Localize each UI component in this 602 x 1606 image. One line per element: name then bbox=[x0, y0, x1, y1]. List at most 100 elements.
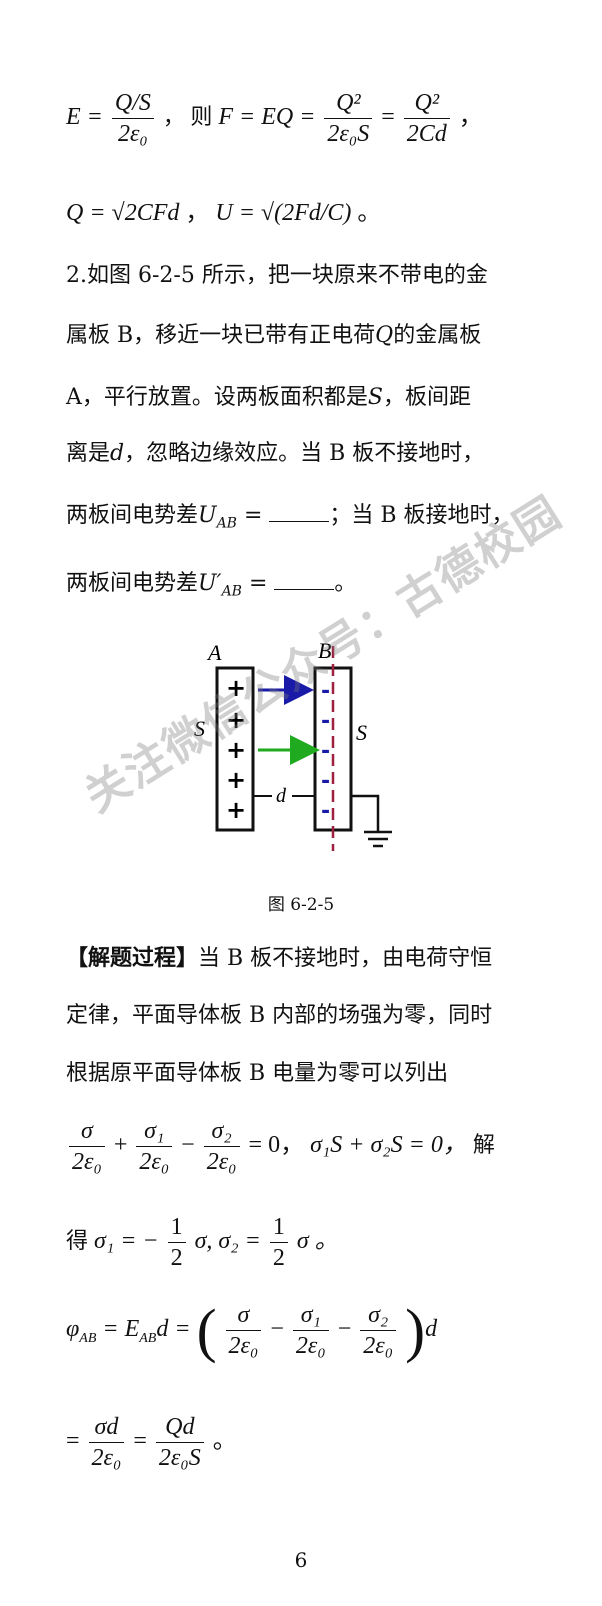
text: A，平行放置。设两板面积都是 bbox=[66, 385, 368, 410]
subscript: AB bbox=[79, 1330, 97, 1346]
page-number: 6 bbox=[294, 1548, 308, 1572]
numerator: σ bbox=[69, 1116, 105, 1147]
fraction-half: 12 bbox=[167, 1212, 186, 1273]
equals: = bbox=[133, 1428, 147, 1455]
solution-line-1: 【解题过程】当 B 板不接地时，由电荷守恒 bbox=[66, 944, 536, 973]
denominator: 2ε₀ bbox=[295, 1333, 326, 1359]
equation-4: = σd 2ε₀ = Qd 2ε₀S 。 bbox=[66, 1412, 237, 1473]
then-text: ， 则 bbox=[162, 104, 213, 130]
denominator: 2 bbox=[272, 1245, 285, 1271]
fraction: σ 2ε₀ bbox=[225, 1300, 262, 1361]
problem-line-2: 属板 B，移近一块已带有正电荷Q的金属板 bbox=[66, 322, 536, 350]
e-lhs: E = bbox=[66, 104, 103, 131]
numerator: σ bbox=[225, 1300, 262, 1331]
minus: − bbox=[337, 1316, 352, 1343]
equals: = bbox=[381, 104, 395, 131]
sigma: σ 。 bbox=[296, 1228, 339, 1255]
numerator: σ₁ bbox=[292, 1300, 329, 1331]
numerator: Q/S bbox=[111, 88, 154, 119]
equals: = bbox=[66, 1428, 80, 1455]
fraction-f2: Q² 2Cd bbox=[403, 88, 450, 149]
q-formula: Q = √2CFd bbox=[66, 200, 180, 226]
sigma1: σ₁ = − bbox=[94, 1228, 159, 1255]
subscript: AB bbox=[139, 1330, 157, 1346]
numerator: σ₂ bbox=[360, 1300, 397, 1331]
answer-blank-2[interactable] bbox=[274, 571, 335, 590]
text: 两板间电势差 bbox=[66, 503, 199, 528]
fraction: Qd 2ε₀S bbox=[155, 1412, 204, 1473]
fraction: σd 2ε₀ bbox=[88, 1412, 125, 1473]
formula-line-2: Q = √2CFd ， U = √(2Fd/C) 。 bbox=[66, 192, 381, 227]
minus-sign: - bbox=[321, 799, 330, 824]
text: ，板间距 bbox=[382, 385, 471, 410]
text: 当 B 板不接地时，由电荷守恒 bbox=[198, 946, 493, 971]
numerator: Q² bbox=[324, 88, 373, 119]
fraction: σ₂ 2ε₀ bbox=[360, 1300, 397, 1361]
denominator: 2ε₀ bbox=[228, 1333, 259, 1359]
sigma2: σ, σ₂ = bbox=[194, 1228, 261, 1255]
denominator: 2ε₀S bbox=[158, 1445, 201, 1471]
phi: φ bbox=[66, 1316, 80, 1343]
denominator: 2ε₀ bbox=[206, 1149, 237, 1175]
d: d bbox=[425, 1316, 438, 1343]
fraction-half: 12 bbox=[269, 1212, 288, 1273]
problem-line-3: A，平行放置。设两板面积都是S，板间距 bbox=[66, 384, 536, 412]
text: 离是 bbox=[66, 441, 111, 466]
text: 两板间电势差 bbox=[66, 571, 199, 596]
plus-sign: + bbox=[226, 766, 246, 794]
numerator: σ₁ bbox=[136, 1116, 173, 1147]
u-prime-symbol: U′ bbox=[198, 571, 222, 596]
plus: + bbox=[113, 1132, 128, 1159]
denominator: 2Cd bbox=[406, 121, 447, 147]
charge-q: Q bbox=[375, 323, 394, 348]
text: 属板 B，移近一块已带有正电荷 bbox=[66, 323, 376, 348]
equation-3: φAB = EABd = ( σ 2ε₀ − σ₁ 2ε₀ − σ₂ 2ε₀ )d bbox=[66, 1300, 437, 1361]
text: 解 bbox=[472, 1132, 495, 1158]
minus: − bbox=[270, 1316, 284, 1343]
e-field: = E bbox=[102, 1316, 140, 1343]
u-formula: U = √(2Fd/C) bbox=[215, 200, 352, 226]
numerator: Q² bbox=[403, 88, 450, 119]
numerator: 1 bbox=[167, 1212, 186, 1243]
comma: ， bbox=[458, 104, 483, 131]
label-d: d bbox=[276, 785, 287, 807]
denominator: 2ε₀ bbox=[139, 1149, 170, 1175]
label-a: A bbox=[206, 640, 222, 665]
condition: σ₁S + σ₂S = 0， bbox=[310, 1132, 467, 1159]
period: 。 bbox=[212, 1428, 237, 1455]
denominator: 2ε₀ bbox=[72, 1149, 102, 1175]
subscript: AB bbox=[221, 583, 242, 600]
fraction-f1: Q² 2ε₀S bbox=[324, 88, 373, 149]
fraction: σ 2ε₀ bbox=[69, 1116, 105, 1177]
area-s: S bbox=[367, 385, 383, 410]
minus-sign: - bbox=[321, 769, 330, 794]
equation-1: σ 2ε₀ + σ₁ 2ε₀ − σ₂ 2ε₀ = 0， σ₁S + σ₂S = 0，… bbox=[66, 1116, 495, 1177]
subscript: AB bbox=[216, 515, 237, 532]
answer-blank-1[interactable] bbox=[269, 503, 330, 522]
equals: = bbox=[243, 503, 263, 528]
period: 。 bbox=[357, 200, 382, 226]
problem-line-1: 2.如图 6-2-5 所示，把一块原来不带电的金 bbox=[66, 263, 488, 288]
problem-line-4: 离是d，忽略边缘效应。当 B 板不接地时， bbox=[66, 440, 536, 468]
distance-d: d bbox=[110, 441, 125, 466]
solution-header: 【解题过程】 bbox=[66, 945, 199, 971]
left-paren: ( bbox=[196, 1297, 217, 1364]
figure-caption: 图 6-2-5 bbox=[267, 895, 335, 915]
numerator: σd bbox=[88, 1412, 125, 1443]
denominator: 2 bbox=[170, 1245, 183, 1271]
denominator: 2ε₀ bbox=[363, 1333, 394, 1359]
label-s-right: S bbox=[356, 720, 367, 745]
solution-line-3: 根据原平面导体板 B 电量为零可以列出 bbox=[66, 1061, 449, 1086]
solution-line-2: 定律，平面导体板 B 内部的场强为零，同时 bbox=[66, 1003, 493, 1028]
plus-sign: + bbox=[226, 796, 246, 824]
denominator: 2ε₀ bbox=[117, 121, 148, 147]
fraction-e: Q/S 2ε₀ bbox=[111, 88, 154, 149]
numerator: σ₂ bbox=[203, 1116, 240, 1147]
ground-wire bbox=[351, 794, 380, 832]
document-page: E = Q/S 2ε₀ ， 则 F = EQ = Q² 2ε₀S = Q² 2Cd ，… bbox=[0, 0, 602, 1606]
equals: = bbox=[248, 571, 268, 596]
f-lhs: F = EQ = bbox=[218, 104, 316, 131]
numerator: 1 bbox=[269, 1212, 288, 1243]
fraction: σ₂ 2ε₀ bbox=[203, 1116, 240, 1177]
text: ，忽略边缘效应。当 B 板不接地时， bbox=[124, 441, 485, 466]
